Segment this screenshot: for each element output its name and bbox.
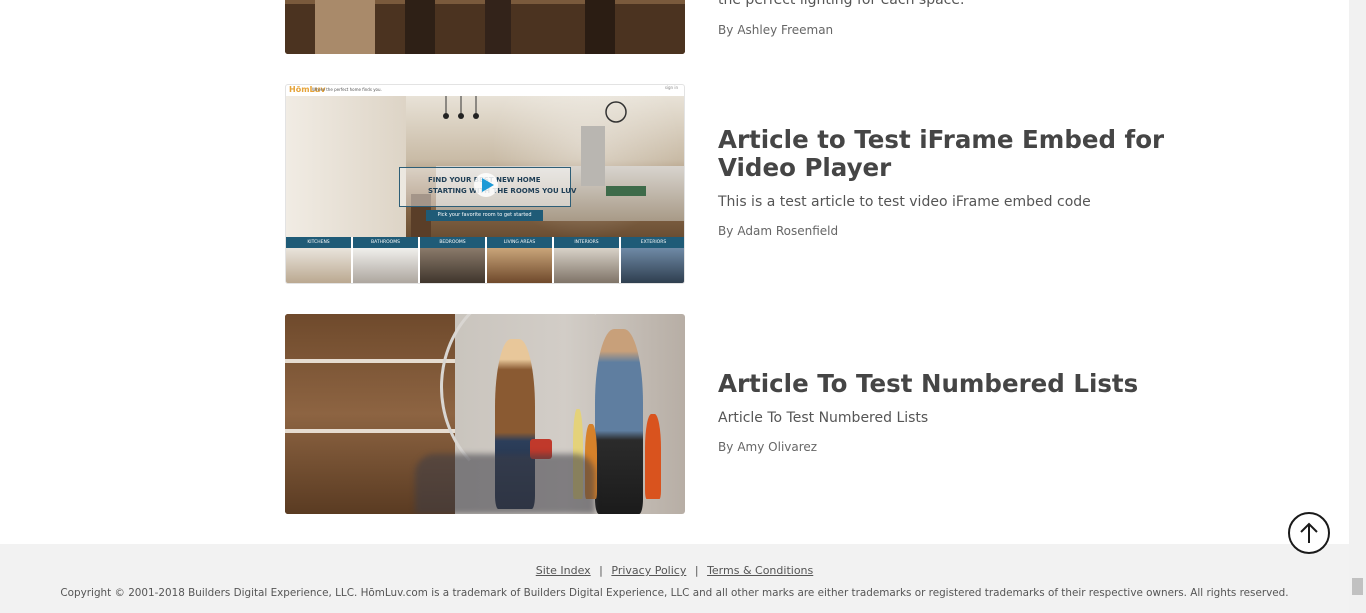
category-tile: EXTERIORS [621,237,684,283]
article-text: Article To Test Numbered Lists Article T… [718,370,1188,455]
shelf-divider [285,359,455,363]
category-label: BEDROOMS [420,237,485,248]
footer: Site Index | Privacy Policy | Terms & Co… [0,544,1349,613]
article-list: the perfect lighting for each space. By A… [0,0,1349,544]
footer-links: Site Index | Privacy Policy | Terms & Co… [0,564,1349,577]
copyright-text: Copyright © 2001-2018 Builders Digital E… [60,587,1289,599]
kitchen-photo [285,0,685,54]
author-prefix: By [718,23,734,37]
link-separator: | [599,564,603,577]
article-author: By Amy Olivarez [718,439,1188,455]
article-description: the perfect lighting for each space. [718,0,965,8]
author-prefix: By [718,440,734,454]
shelf-divider [285,429,455,433]
category-label: INTERIORS [554,237,619,248]
article-description: Article To Test Numbered Lists [718,410,929,426]
article-thumbnail[interactable]: HōmLuv Where the perfect home finds you.… [285,84,685,284]
privacy-policy-link[interactable]: Privacy Policy [611,564,686,577]
arrow-up-circle-icon [1300,522,1318,543]
author-name[interactable]: Amy Olivarez [737,440,817,454]
category-image [286,248,351,283]
category-tile: BEDROOMS [420,237,485,283]
homluv-signin: sign in [664,85,678,90]
category-label: LIVING AREAS [487,237,552,248]
category-tile: LIVING AREAS [487,237,552,283]
article-author: By Ashley Freeman [718,23,833,37]
vase [645,414,661,499]
terms-conditions-link[interactable]: Terms & Conditions [707,564,813,577]
video-cta: Pick your favorite room to get started [426,210,543,221]
category-tile: INTERIORS [554,237,619,283]
category-label: BATHROOMS [353,237,418,248]
article-title[interactable]: Article to Test iFrame Embed for Video P… [718,126,1188,182]
category-label: EXTERIORS [621,237,684,248]
link-separator: | [694,564,699,577]
article-description: This is a test article to test video iFr… [718,194,1091,210]
vertical-scrollbar[interactable] [1349,0,1366,613]
category-image [621,248,684,283]
author-name[interactable]: Adam Rosenfield [737,224,838,238]
scrollbar-thumb[interactable] [1352,578,1363,595]
article-thumbnail[interactable] [285,0,685,54]
chair-foreground [415,454,595,514]
page: the perfect lighting for each space. By A… [0,0,1366,613]
article-author: By Adam Rosenfield [718,223,1188,239]
site-index-link[interactable]: Site Index [536,564,591,577]
author-prefix: By [718,224,734,238]
category-image [353,248,418,283]
category-image [554,248,619,283]
play-icon[interactable] [474,173,498,197]
back-to-top-button[interactable] [1288,512,1330,554]
category-image [420,248,485,283]
category-strip: KITCHENS BATHROOMS BEDROOMS LIVING AREAS [286,237,684,283]
homluv-tagline: Where the perfect home finds you. [312,87,382,92]
article-text: Article to Test iFrame Embed for Video P… [718,126,1188,239]
author-name[interactable]: Ashley Freeman [737,23,833,37]
article-title[interactable]: Article To Test Numbered Lists [718,370,1188,398]
category-label: KITCHENS [286,237,351,248]
article-thumbnail[interactable] [285,314,685,514]
person-man [595,329,643,514]
category-tile: BATHROOMS [353,237,418,283]
overlay-line-2: STARTING WITH THE ROOMS YOU LUV [428,187,577,195]
category-tile: KITCHENS [286,237,351,283]
category-image [487,248,552,283]
